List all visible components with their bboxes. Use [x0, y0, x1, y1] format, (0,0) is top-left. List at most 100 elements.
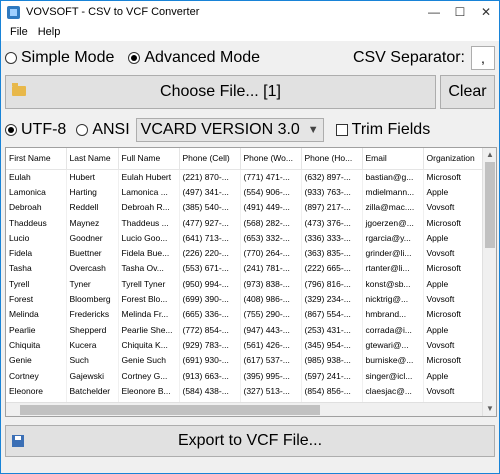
table-row[interactable]: Tyrell Tyner Tyrell Tyner (950) 994-... (973… — [6, 276, 485, 292]
column-header[interactable]: Full Name — [118, 148, 180, 170]
scroll-up-icon[interactable]: ▲ — [483, 148, 496, 162]
table-cell[interactable]: (345) 954-... — [301, 337, 363, 353]
trim-fields-option[interactable]: Trim Fields — [335, 121, 430, 139]
table-cell[interactable]: gtewari@... — [362, 337, 424, 353]
table-cell[interactable]: (947) 443-... — [240, 321, 302, 338]
table-cell[interactable]: rtanter@li... — [362, 260, 424, 277]
table-cell[interactable]: (241) 781-... — [240, 260, 302, 277]
table-cell[interactable]: Tyrell Tyner — [118, 276, 180, 292]
table-cell[interactable]: Genie Such — [118, 352, 180, 368]
utf8-radio[interactable] — [5, 124, 17, 136]
table-row[interactable]: Lucio Goodner Lucio Goo... (641) 713-... (65… — [6, 230, 485, 246]
table-cell[interactable]: claesjac@... — [362, 383, 424, 399]
table-cell[interactable]: (327) 513-... — [240, 383, 302, 399]
table-cell[interactable]: (477) 927-... — [179, 214, 241, 231]
table-cell[interactable]: (395) 995-... — [240, 367, 302, 384]
table-cell[interactable]: Chiquita — [6, 337, 67, 353]
table-cell[interactable]: Pearlie She... — [118, 321, 180, 338]
table-cell[interactable]: (641) 713-... — [179, 230, 241, 246]
table-cell[interactable]: (653) 332-... — [240, 230, 302, 246]
table-cell[interactable]: Microsoft — [423, 306, 485, 322]
table-cell[interactable]: Tyrell — [6, 276, 67, 292]
table-cell[interactable]: corrada@i... — [362, 321, 424, 338]
table-cell[interactable]: zilla@mac.... — [362, 199, 424, 215]
table-cell[interactable]: (497) 341-... — [179, 184, 241, 200]
table-row[interactable]: Melinda Fredericks Melinda Fr... (665) 336-… — [6, 306, 485, 322]
clear-button[interactable]: Clear — [440, 75, 495, 109]
table-cell[interactable]: Forest — [6, 291, 67, 307]
vertical-scroll-thumb[interactable] — [485, 162, 495, 248]
table-cell[interactable]: Apple — [423, 276, 485, 292]
table-cell[interactable]: (617) 537-... — [240, 352, 302, 368]
table-cell[interactable]: Melinda — [6, 306, 67, 322]
table-cell[interactable]: (796) 816-... — [301, 276, 363, 292]
table-cell[interactable]: (771) 471-... — [240, 169, 302, 185]
table-row[interactable]: Eleonore Batchelder Eleonore B... (584) 438… — [6, 383, 485, 399]
table-cell[interactable]: (554) 906-... — [240, 184, 302, 200]
ansi-option[interactable]: ANSI — [76, 121, 130, 139]
table-cell[interactable]: Fidela — [6, 245, 67, 261]
table-cell[interactable]: (568) 282-... — [240, 214, 302, 231]
table-cell[interactable]: (699) 390-... — [179, 291, 241, 307]
table-cell[interactable]: Vovsoft — [423, 245, 485, 261]
table-cell[interactable]: Fidela Bue... — [118, 245, 180, 261]
table-cell[interactable]: (253) 431-... — [301, 321, 363, 338]
table-cell[interactable]: Batchelder — [66, 383, 119, 399]
table-cell[interactable]: Lucio Goo... — [118, 230, 180, 246]
table-cell[interactable]: mdielmann... — [362, 184, 424, 200]
table-cell[interactable]: Harting — [66, 184, 119, 200]
table-cell[interactable]: (933) 763-... — [301, 184, 363, 200]
table-cell[interactable]: Debroah R... — [118, 199, 180, 215]
table-cell[interactable]: Melinda Fr... — [118, 306, 180, 322]
table-cell[interactable]: (950) 994-... — [179, 276, 241, 292]
table-row[interactable]: Lamonica Harting Lamonica ... (497) 341-...… — [6, 184, 485, 200]
table-cell[interactable]: konst@sb... — [362, 276, 424, 292]
simple-mode-radio[interactable] — [5, 52, 17, 64]
table-cell[interactable]: Microsoft — [423, 169, 485, 185]
table-cell[interactable]: (597) 241-... — [301, 367, 363, 384]
minimize-button[interactable]: — — [421, 1, 447, 23]
table-cell[interactable]: (985) 938-... — [301, 352, 363, 368]
table-cell[interactable]: Tasha — [6, 260, 67, 277]
table-cell[interactable]: (770) 264-... — [240, 245, 302, 261]
trim-fields-checkbox[interactable] — [335, 124, 348, 136]
table-cell[interactable]: (772) 854-... — [179, 321, 241, 338]
column-header[interactable]: Organization — [423, 148, 485, 170]
table-cell[interactable]: (385) 540-... — [179, 199, 241, 215]
table-cell[interactable]: Tasha Ov... — [118, 260, 180, 277]
table-cell[interactable]: (854) 856-... — [301, 383, 363, 399]
table-cell[interactable]: (897) 217-... — [301, 199, 363, 215]
simple-mode-option[interactable]: Simple Mode — [5, 49, 114, 67]
column-header[interactable]: Email — [362, 148, 424, 170]
table-cell[interactable]: (665) 336-... — [179, 306, 241, 322]
table-cell[interactable]: Such — [66, 352, 119, 368]
table-cell[interactable]: (584) 438-... — [179, 383, 241, 399]
table-cell[interactable]: Vovsoft — [423, 383, 485, 399]
table-cell[interactable]: Gajewski — [66, 367, 119, 384]
table-cell[interactable]: (913) 663-... — [179, 367, 241, 384]
table-cell[interactable]: Microsoft — [423, 260, 485, 277]
table-cell[interactable]: Maynez — [66, 214, 119, 231]
vertical-scrollbar[interactable]: ▲ ▼ — [482, 148, 496, 416]
table-cell[interactable]: Vovsoft — [423, 291, 485, 307]
table-cell[interactable]: (691) 930-... — [179, 352, 241, 368]
table-cell[interactable]: Vovsoft — [423, 199, 485, 215]
horizontal-scrollbar[interactable] — [6, 402, 482, 416]
table-cell[interactable]: (473) 376-... — [301, 214, 363, 231]
table-cell[interactable]: hmbrand... — [362, 306, 424, 322]
table-row[interactable]: Tasha Overcash Tasha Ov... (553) 671-... (24… — [6, 260, 485, 277]
table-cell[interactable]: Pearlie — [6, 321, 67, 338]
menu-file[interactable]: File — [5, 26, 33, 38]
table-cell[interactable]: Microsoft — [423, 352, 485, 368]
table-cell[interactable]: Fredericks — [66, 306, 119, 322]
ansi-radio[interactable] — [76, 124, 89, 136]
table-row[interactable]: Cortney Gajewski Cortney G... (913) 663-...… — [6, 367, 485, 384]
table-cell[interactable]: Microsoft — [423, 214, 485, 231]
table-row[interactable]: Chiquita Kucera Chiquita K... (929) 783-...… — [6, 337, 485, 353]
table-cell[interactable]: Eulah — [6, 169, 67, 185]
table-cell[interactable]: Thaddeus ... — [118, 214, 180, 231]
table-cell[interactable]: Kucera — [66, 337, 119, 353]
table-cell[interactable]: Eulah Hubert — [118, 169, 180, 185]
table-row[interactable]: Eulah Hubert Eulah Hubert (221) 870-... (771… — [6, 169, 485, 185]
table-cell[interactable]: Thaddeus — [6, 214, 67, 231]
